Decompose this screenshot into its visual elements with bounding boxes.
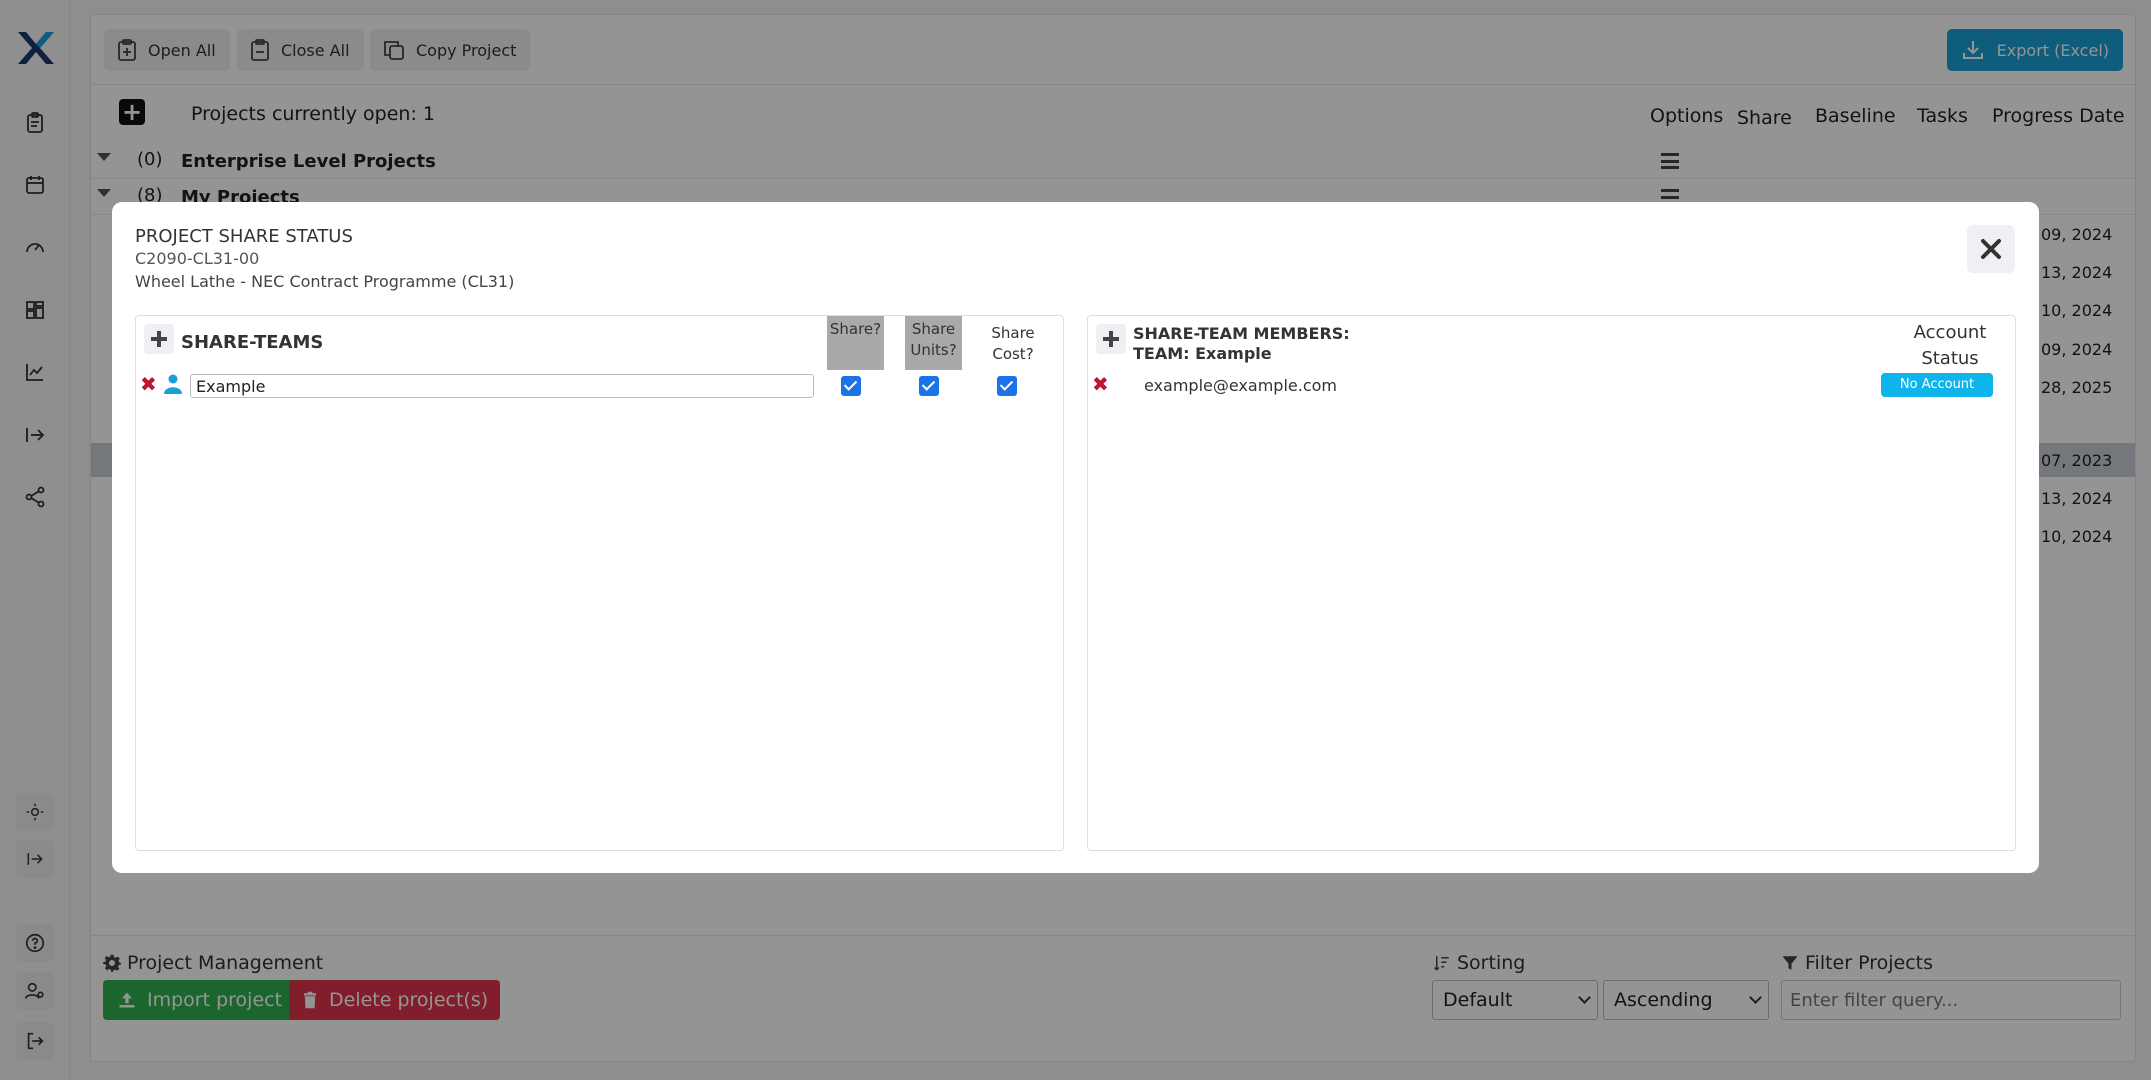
modal-title: PROJECT SHARE STATUS	[135, 226, 353, 247]
remove-team-icon[interactable]: ✖	[140, 372, 157, 396]
person-icon	[164, 374, 182, 394]
share-cost-checkbox[interactable]	[997, 376, 1017, 396]
add-team-button[interactable]	[144, 324, 174, 354]
share-teams-title: SHARE-TEAMS	[181, 332, 324, 353]
add-member-button[interactable]	[1096, 324, 1126, 354]
close-button[interactable]	[1967, 225, 2015, 273]
members-title-line1: SHARE-TEAM MEMBERS:	[1133, 324, 1350, 343]
share-checkbox[interactable]	[841, 376, 861, 396]
members-title-line2: TEAM: Example	[1133, 344, 1272, 363]
account-status-header: Account Status	[1913, 322, 1987, 369]
share-team-members-panel: SHARE-TEAM MEMBERS: TEAM: Example Accoun…	[1087, 315, 2016, 851]
members-title: SHARE-TEAM MEMBERS: TEAM: Example	[1133, 324, 1350, 364]
share-status-modal: PROJECT SHARE STATUS C2090-CL31-00 Wheel…	[112, 202, 2039, 873]
share-units-checkbox[interactable]	[919, 376, 939, 396]
col-share-cost-header: Share Cost?	[991, 324, 1035, 363]
col-share-units-header: Share Units?	[905, 316, 962, 370]
project-name: Wheel Lathe - NEC Contract Programme (CL…	[135, 272, 515, 291]
member-email: example@example.com	[1144, 376, 1337, 395]
team-name-input[interactable]: Example	[190, 374, 814, 398]
status-badge: No Account	[1881, 373, 1993, 397]
remove-member-icon[interactable]: ✖	[1092, 372, 1109, 396]
col-share-header: Share?	[827, 316, 884, 370]
close-icon	[1981, 239, 2001, 259]
project-code: C2090-CL31-00	[135, 249, 260, 268]
share-teams-panel: SHARE-TEAMS Share? Share Units? Share Co…	[135, 315, 1064, 851]
